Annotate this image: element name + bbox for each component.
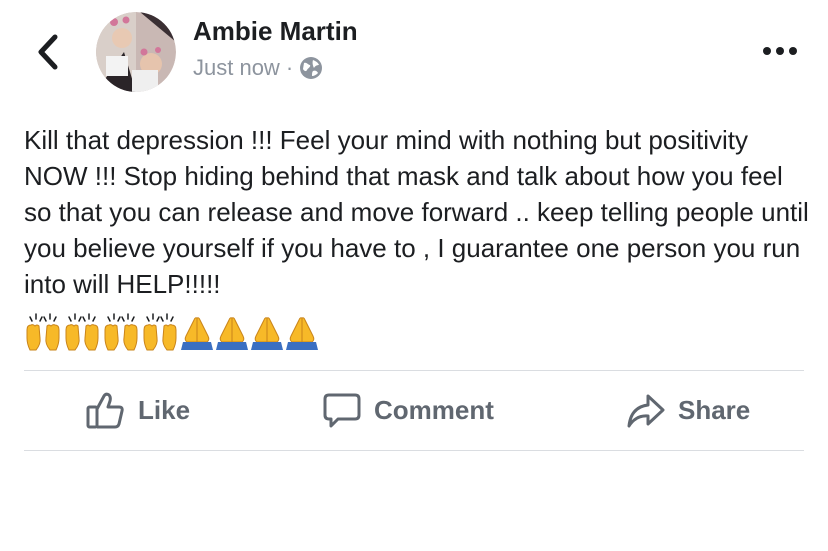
- meta-separator: ·: [285, 55, 294, 80]
- post-actions: Like Comment Share: [24, 371, 804, 450]
- folded-hands-emoji: [181, 317, 213, 350]
- actions-divider-bottom: [24, 450, 804, 451]
- comment-button[interactable]: Comment: [322, 371, 494, 450]
- comment-label: Comment: [374, 395, 494, 425]
- raising-hands-emoji: [143, 313, 177, 351]
- back-button[interactable]: [30, 30, 66, 74]
- like-label: Like: [138, 395, 191, 425]
- share-button[interactable]: Share: [626, 371, 750, 450]
- post-text: Kill that depression !!! Feel your mind …: [24, 125, 809, 299]
- more-horizontal-icon: [763, 47, 797, 55]
- raising-hands-emoji: [65, 313, 99, 351]
- like-button[interactable]: Like: [86, 371, 190, 450]
- folded-hands-emoji: [286, 317, 318, 350]
- folded-hands-emoji: [251, 317, 283, 350]
- folded-hands-emoji: [216, 317, 248, 350]
- raising-hands-emoji: [104, 313, 138, 351]
- avatar[interactable]: [96, 12, 176, 92]
- comment-icon: [323, 393, 361, 427]
- share-label: Share: [678, 395, 751, 425]
- raising-hands-emoji: [26, 313, 60, 351]
- thumbs-up-icon: [86, 392, 124, 428]
- chevron-left-icon: [38, 34, 58, 70]
- globe-icon: [300, 57, 323, 79]
- post-timestamp[interactable]: Just now: [193, 55, 280, 81]
- post-header: Ambie Martin Just now ·: [0, 0, 828, 100]
- avatar-image: [96, 12, 176, 92]
- share-icon: [627, 394, 665, 427]
- author-name[interactable]: Ambie Martin: [193, 16, 358, 47]
- emoji-row: [24, 312, 320, 352]
- post-meta: Just now ·: [193, 55, 323, 81]
- more-options-button[interactable]: [760, 36, 800, 66]
